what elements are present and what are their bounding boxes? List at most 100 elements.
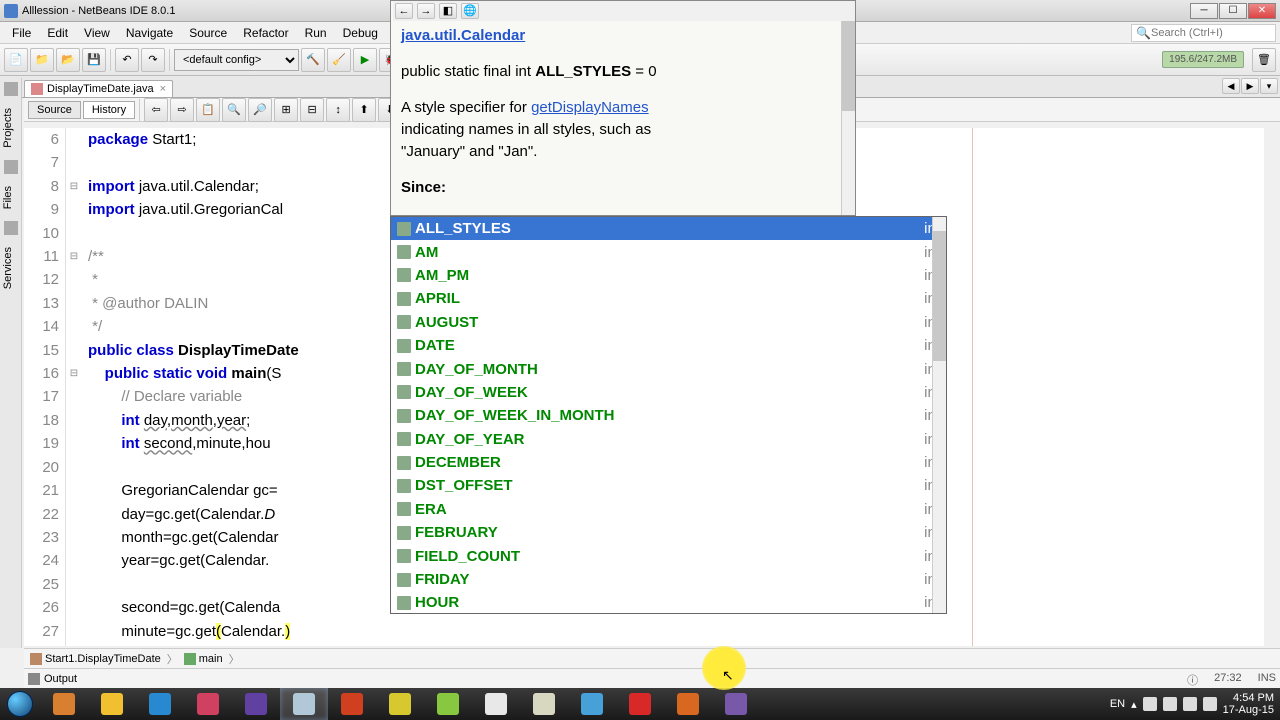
completion-item[interactable]: HOURint [391,591,946,614]
side-icon[interactable] [4,160,18,174]
completion-item[interactable]: ERAint [391,498,946,521]
completion-item[interactable]: DECEMBERint [391,451,946,474]
tray-icon[interactable] [1163,697,1177,711]
projects-tab[interactable]: Projects [0,100,16,156]
javadoc-class-link[interactable]: java.util.Calendar [401,27,525,44]
completion-item[interactable]: AM_PMint [391,264,946,287]
taskbar-app[interactable] [184,688,232,720]
completion-item[interactable]: AMint [391,240,946,263]
completion-scrollbar[interactable] [932,217,946,613]
taskbar-app[interactable] [232,688,280,720]
javadoc-scrollbar[interactable] [841,21,855,215]
jd-browser-button[interactable]: 🌐 [461,3,479,19]
output-panel-header[interactable]: Output [24,668,1280,688]
menu-view[interactable]: View [76,24,118,42]
taskbar-app[interactable] [712,688,760,720]
taskbar-app[interactable] [136,688,184,720]
search-box[interactable]: 🔍 [1131,24,1276,42]
menu-navigate[interactable]: Navigate [118,24,181,42]
new-file-button[interactable]: 📄 [4,48,28,72]
ed-btn[interactable]: 🔎 [248,98,272,122]
menu-file[interactable]: File [4,24,39,42]
ed-btn[interactable]: ⇦ [144,98,168,122]
ed-btn[interactable]: ⬆ [352,98,376,122]
new-project-button[interactable]: 📁 [30,48,54,72]
side-icon[interactable] [4,221,18,235]
tray-icon[interactable] [1143,697,1157,711]
tray-icon[interactable] [1183,697,1197,711]
code-completion-popup[interactable]: ALL_STYLESintAMintAM_PMintAPRILintAUGUST… [390,216,947,614]
completion-item[interactable]: FEBRUARYint [391,521,946,544]
jd-back-button[interactable]: ← [395,3,413,19]
search-input[interactable] [1151,27,1271,39]
services-tab[interactable]: Services [0,239,16,297]
taskbar-app[interactable] [376,688,424,720]
menu-refactor[interactable]: Refactor [235,24,296,42]
menu-edit[interactable]: Edit [39,24,76,42]
ed-btn[interactable]: ⇨ [170,98,194,122]
jd-forward-button[interactable]: → [417,3,435,19]
menu-run[interactable]: Run [297,24,335,42]
taskbar-app[interactable] [328,688,376,720]
ed-btn[interactable]: ⊞ [274,98,298,122]
taskbar-app[interactable] [424,688,472,720]
run-button[interactable]: ▶ [353,48,377,72]
menu-source[interactable]: Source [181,24,235,42]
history-view-button[interactable]: History [83,101,135,119]
config-select[interactable]: <default config> [174,49,299,71]
gc-button[interactable]: 🗑 [1252,48,1276,72]
side-icon[interactable] [4,82,18,96]
redo-button[interactable]: ↷ [141,48,165,72]
taskbar-app[interactable] [280,688,328,720]
files-tab[interactable]: Files [0,178,16,217]
source-view-button[interactable]: Source [28,101,81,119]
taskbar-app[interactable] [520,688,568,720]
javadoc-method-link[interactable]: getDisplayNames [531,99,649,116]
completion-item[interactable]: ALL_STYLESint [391,217,946,240]
memory-indicator[interactable]: 195.6/247.2MB [1162,51,1244,68]
tab-list-button[interactable]: ▾ [1260,78,1278,94]
breadcrumb-class[interactable]: Start1.DisplayTimeDate [24,653,167,665]
taskbar-app[interactable] [664,688,712,720]
ed-btn[interactable]: ↕ [326,98,350,122]
completion-item[interactable]: APRILint [391,287,946,310]
tray-icon[interactable] [1203,697,1217,711]
start-button[interactable] [0,688,40,720]
minimize-button[interactable]: ─ [1190,3,1218,19]
completion-item[interactable]: DAY_OF_WEEKint [391,381,946,404]
fold-gutter[interactable]: ⊟⊟⊟ [66,128,82,646]
tab-prev-button[interactable]: ◀ [1222,78,1240,94]
close-button[interactable]: ✕ [1248,3,1276,19]
file-tab[interactable]: DisplayTimeDate.java × [24,80,173,97]
completion-item[interactable]: DAY_OF_WEEK_IN_MONTHint [391,404,946,427]
taskbar-app[interactable] [40,688,88,720]
completion-item[interactable]: DAY_OF_MONTHint [391,357,946,380]
breadcrumb-method[interactable]: main [178,653,229,665]
completion-item[interactable]: FRIDAYint [391,568,946,591]
maximize-button[interactable]: ☐ [1219,3,1247,19]
tray-lang[interactable]: EN [1110,698,1125,710]
completion-item[interactable]: FIELD_COUNTint [391,544,946,567]
tray-clock[interactable]: 4:54 PM 17-Aug-15 [1223,692,1274,716]
menu-debug[interactable]: Debug [335,24,386,42]
completion-item[interactable]: DATEint [391,334,946,357]
jd-window-button[interactable]: ◧ [439,3,457,19]
tab-next-button[interactable]: ▶ [1241,78,1259,94]
taskbar-app[interactable] [472,688,520,720]
save-all-button[interactable]: 💾 [82,48,106,72]
tray-up-icon[interactable]: ▴ [1131,698,1137,711]
clean-build-button[interactable]: 🧹 [327,48,351,72]
taskbar-app[interactable] [568,688,616,720]
build-button[interactable]: 🔨 [301,48,325,72]
ed-btn[interactable]: ⊟ [300,98,324,122]
open-button[interactable]: 📂 [56,48,80,72]
ed-btn[interactable]: 🔍 [222,98,246,122]
taskbar-app[interactable] [616,688,664,720]
completion-item[interactable]: AUGUSTint [391,311,946,334]
completion-item[interactable]: DAY_OF_YEARint [391,428,946,451]
undo-button[interactable]: ↶ [115,48,139,72]
completion-item[interactable]: DST_OFFSETint [391,474,946,497]
taskbar-app[interactable] [88,688,136,720]
tab-close-icon[interactable]: × [160,83,166,95]
ed-btn[interactable]: 📋 [196,98,220,122]
